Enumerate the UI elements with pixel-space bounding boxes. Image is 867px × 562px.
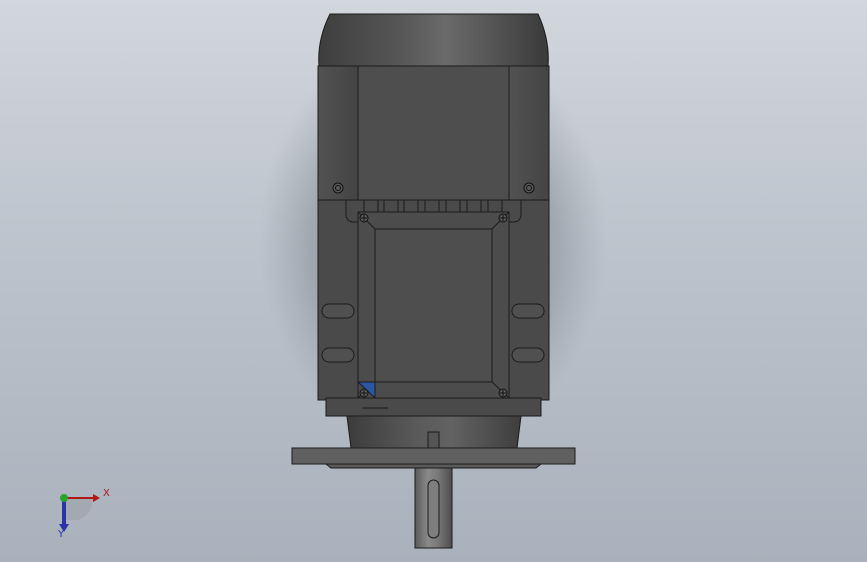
triad-origin-icon [60,494,68,502]
motor-model[interactable] [0,0,867,562]
screw-icon [523,182,535,194]
flange-spigot [324,463,543,469]
x-axis-label: X [103,488,110,499]
screw-icon [359,213,369,223]
housing-left-rib [317,65,359,201]
triad-shadow [64,498,93,520]
screw-icon [498,213,508,223]
housing-right-rib [508,65,550,201]
fan-cover[interactable] [318,13,549,67]
orientation-triad: X Y [46,480,116,550]
screw-icon [498,388,508,398]
screw-icon [332,182,344,194]
y-axis-label: Y [58,529,65,540]
housing-base-plate [325,397,542,417]
key-tab [427,431,440,449]
x-arrow-head-icon [93,494,100,502]
mounting-flange[interactable] [291,447,576,465]
housing-center-panel [357,65,510,201]
cad-viewport[interactable]: X Y [0,0,867,562]
terminal-box-lid[interactable] [374,228,493,383]
shaft-keyway [427,479,440,539]
screw-icon [359,388,369,398]
